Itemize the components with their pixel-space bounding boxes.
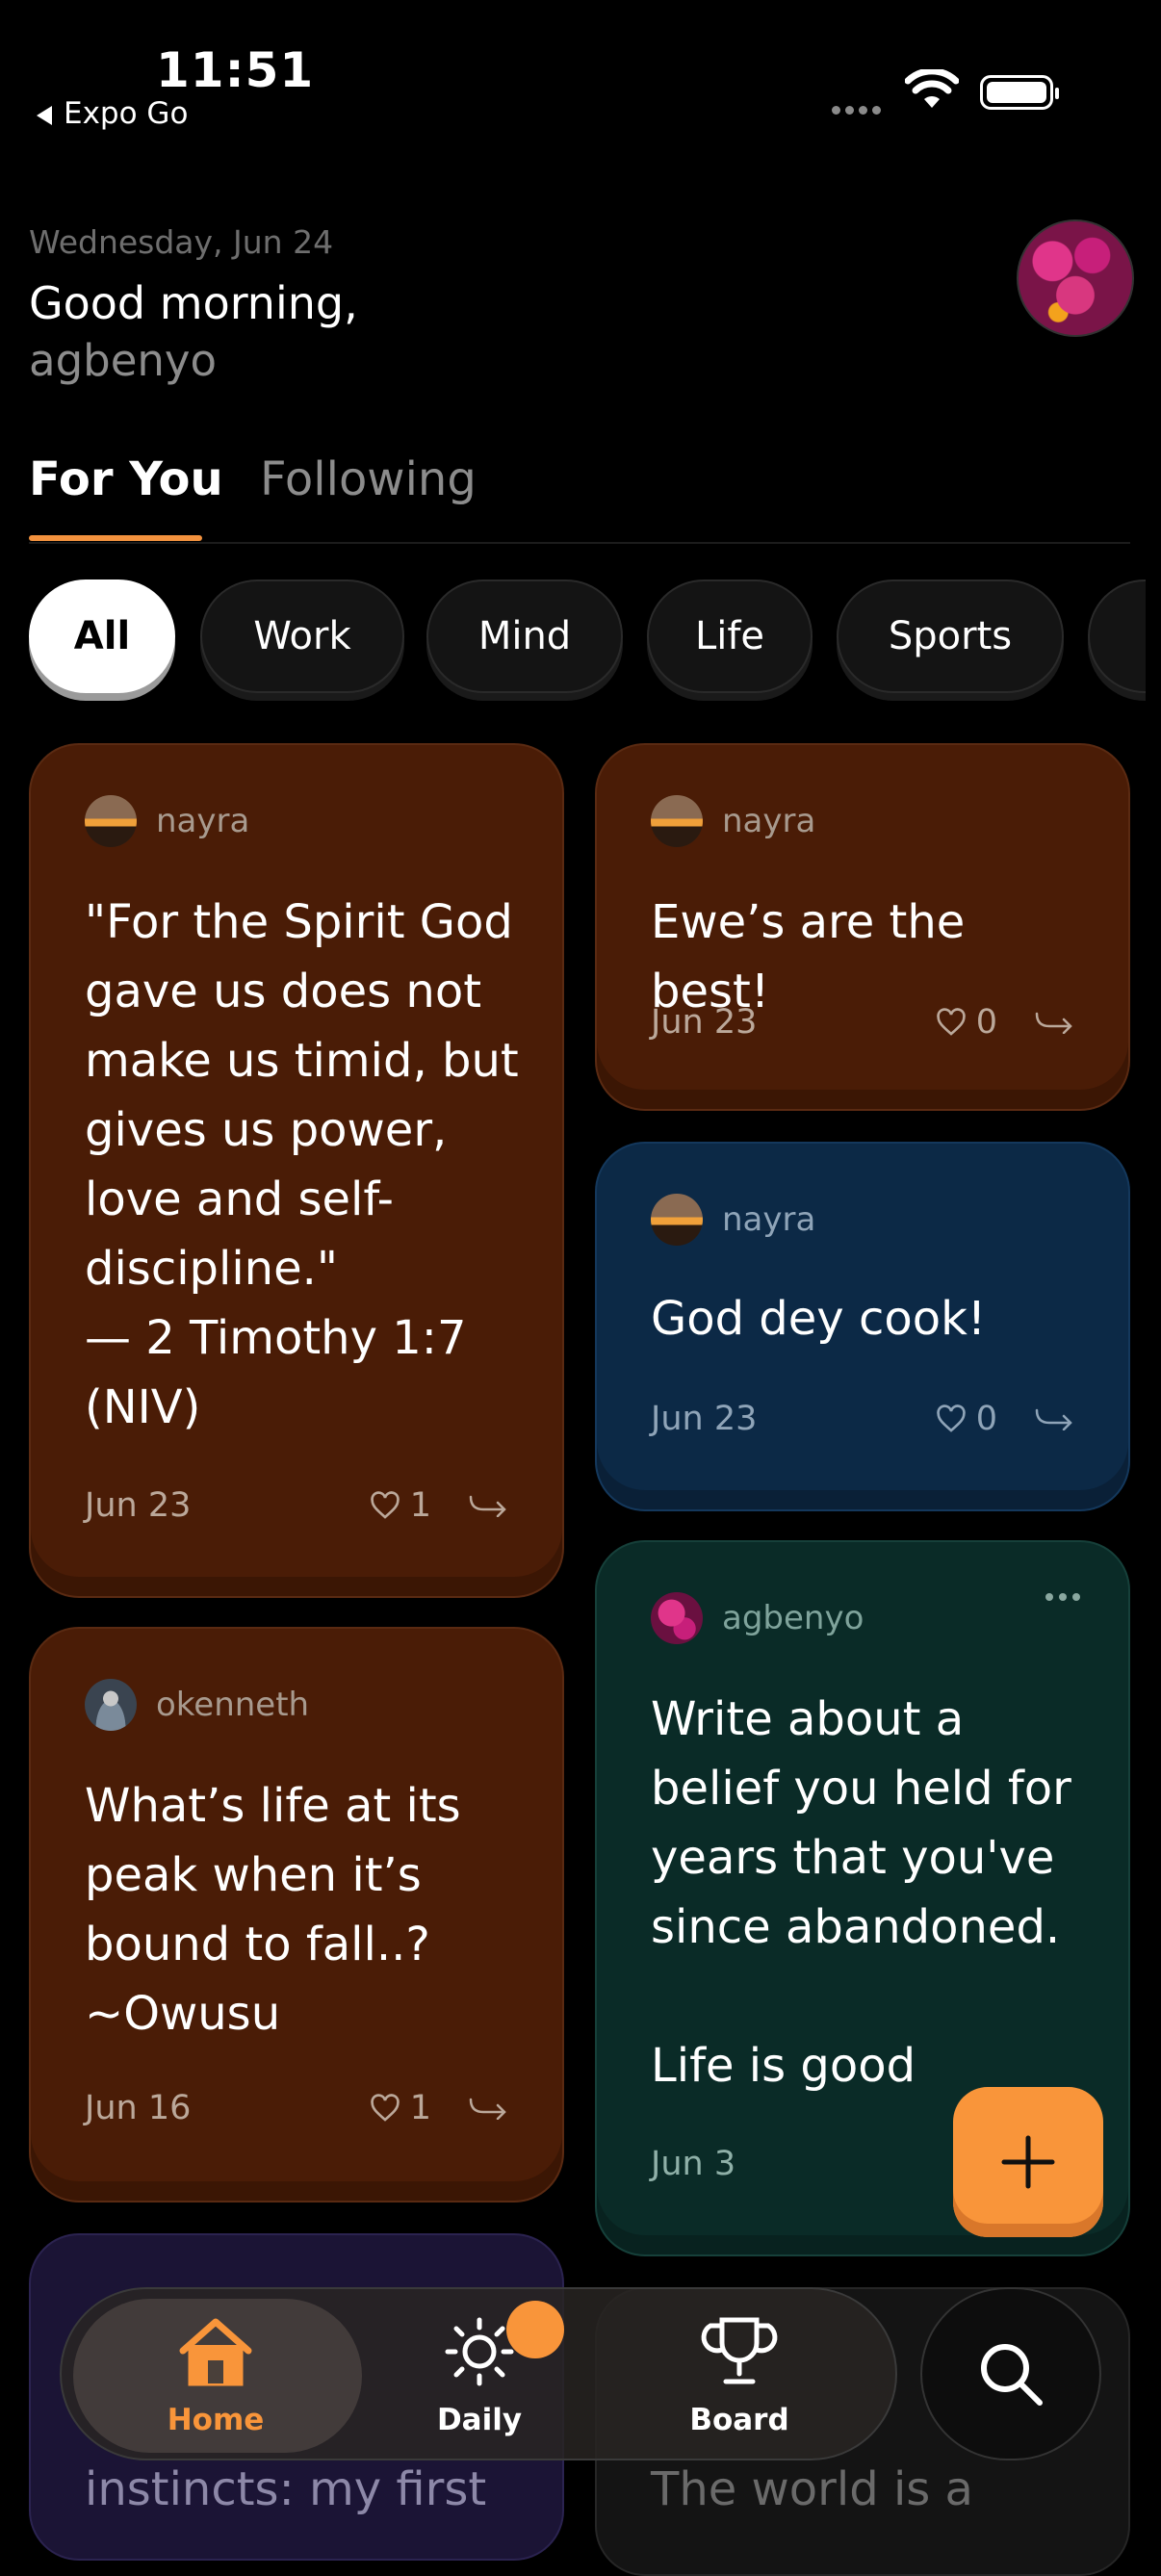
search-icon (981, 2344, 1043, 2406)
tab-for-you[interactable]: For You (29, 452, 223, 506)
heart-icon[interactable] (370, 1491, 400, 1520)
tab-following[interactable]: Following (260, 452, 477, 506)
greeting: Good morning, (29, 277, 358, 329)
author-avatar (651, 1194, 703, 1246)
profile-avatar[interactable] (1017, 219, 1134, 337)
post-text: God dey cook! (651, 1292, 987, 1346)
share-icon[interactable] (468, 2097, 508, 2120)
post-text: What’s life at its peak when it’s bound … (85, 1779, 461, 2041)
trophy-icon (701, 2317, 778, 2384)
back-label: Expo Go (64, 96, 189, 131)
post-text: The world is a (651, 2462, 973, 2516)
chip-mind[interactable]: Mind (426, 580, 623, 693)
like-count: 0 (975, 1400, 997, 1438)
battery-icon (980, 75, 1059, 110)
back-to-expo-go[interactable]: Expo Go (37, 96, 188, 131)
username: agbenyo (29, 335, 218, 386)
post-date: Jun 16 (85, 2089, 192, 2127)
search-button[interactable] (920, 2287, 1101, 2460)
author-name: agbenyo (722, 1599, 864, 1637)
signal-dots-icon (832, 100, 886, 118)
tab-active-indicator (29, 535, 202, 541)
post-date: Jun 23 (651, 1400, 758, 1438)
post-card[interactable]: nayra Ewe’s are the best! Jun 23 0 (595, 743, 1130, 1111)
share-icon[interactable] (1034, 1407, 1074, 1430)
like-count: 1 (409, 1486, 431, 1525)
author-avatar (85, 795, 137, 847)
nav-home-label: Home (167, 2403, 265, 2437)
tab-divider (29, 542, 1130, 544)
status-time: 11:51 (156, 42, 315, 98)
author-avatar (651, 1592, 703, 1644)
post-date: Jun 23 (85, 1486, 192, 1525)
nav-board-label: Board (689, 2403, 789, 2437)
author-name: nayra (722, 1200, 816, 1239)
current-date: Wednesday, Jun 24 (29, 223, 334, 261)
nav-board[interactable]: Board (653, 2314, 826, 2437)
notification-badge (506, 2301, 564, 2358)
author-avatar (651, 795, 703, 847)
author-avatar (85, 1679, 137, 1731)
heart-icon[interactable] (936, 1008, 967, 1037)
post-date: Jun 23 (651, 1003, 758, 1042)
author-name: nayra (156, 802, 250, 840)
wifi-icon (904, 67, 960, 114)
home-icon (179, 2318, 252, 2386)
heart-icon[interactable] (936, 1404, 967, 1433)
post-text: Write about a belief you held for years … (651, 1692, 1071, 2093)
post-card[interactable]: nayra "For the Spirit God gave us does n… (29, 743, 564, 1598)
post-card[interactable]: nayra God dey cook! Jun 23 0 (595, 1142, 1130, 1511)
post-card[interactable]: okenneth What’s life at its peak when it… (29, 1627, 564, 2202)
post-text: instincts: my first (85, 2462, 487, 2516)
author-name: okenneth (156, 1686, 310, 1724)
chip-work[interactable]: Work (200, 580, 404, 693)
like-count: 1 (409, 2089, 431, 2127)
nav-daily-label: Daily (436, 2403, 523, 2437)
chip-sports[interactable]: Sports (837, 580, 1064, 693)
like-count: 0 (975, 1003, 997, 1042)
post-text: "For the Spirit God gave us does not mak… (85, 895, 519, 1434)
chip-all[interactable]: All (29, 580, 175, 693)
create-post-button[interactable] (953, 2087, 1103, 2237)
nav-home[interactable]: Home (129, 2314, 302, 2437)
chip-more-partial[interactable] (1088, 580, 1146, 693)
heart-icon[interactable] (370, 2094, 400, 2123)
more-options-icon[interactable] (1040, 1586, 1080, 1605)
back-arrow-icon (37, 105, 52, 125)
plus-icon (1001, 2135, 1055, 2189)
share-icon[interactable] (1034, 1011, 1074, 1034)
share-icon[interactable] (468, 1494, 508, 1517)
chip-life[interactable]: Life (647, 580, 813, 693)
author-name: nayra (722, 802, 816, 840)
